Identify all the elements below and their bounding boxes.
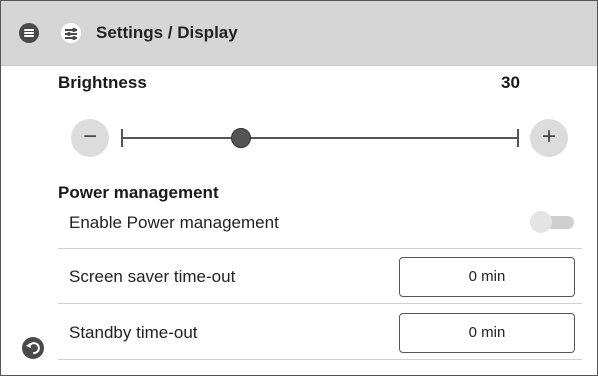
enable-power-management-toggle[interactable]	[530, 211, 574, 233]
divider	[58, 359, 582, 360]
enable-power-management-label: Enable Power management	[69, 213, 279, 232]
standby-timeout-label: Standby time-out	[69, 323, 198, 342]
sliders-icon	[61, 23, 81, 43]
brightness-decrease-button[interactable]: −	[71, 119, 109, 157]
page-title: Settings / Display	[96, 23, 238, 42]
brightness-label: Brightness	[58, 73, 147, 92]
header-bar: Settings / Display	[1, 1, 597, 66]
power-management-heading: Power management	[58, 183, 219, 202]
slider-max-cap	[517, 129, 519, 147]
menu-icon[interactable]	[19, 23, 39, 43]
divider	[58, 248, 582, 249]
brightness-increase-button[interactable]: +	[530, 119, 568, 157]
back-icon[interactable]	[22, 337, 44, 359]
standby-timeout-field[interactable]: 0 min	[399, 313, 575, 353]
screen-saver-timeout-field[interactable]: 0 min	[399, 257, 575, 297]
brightness-value: 30	[501, 73, 520, 92]
divider	[58, 303, 582, 304]
brightness-slider-track[interactable]	[121, 137, 519, 139]
settings-window: Settings / Display Brightness 30 − + Pow…	[0, 0, 598, 376]
screen-saver-timeout-label: Screen saver time-out	[69, 267, 236, 286]
brightness-slider-thumb[interactable]	[231, 128, 252, 148]
